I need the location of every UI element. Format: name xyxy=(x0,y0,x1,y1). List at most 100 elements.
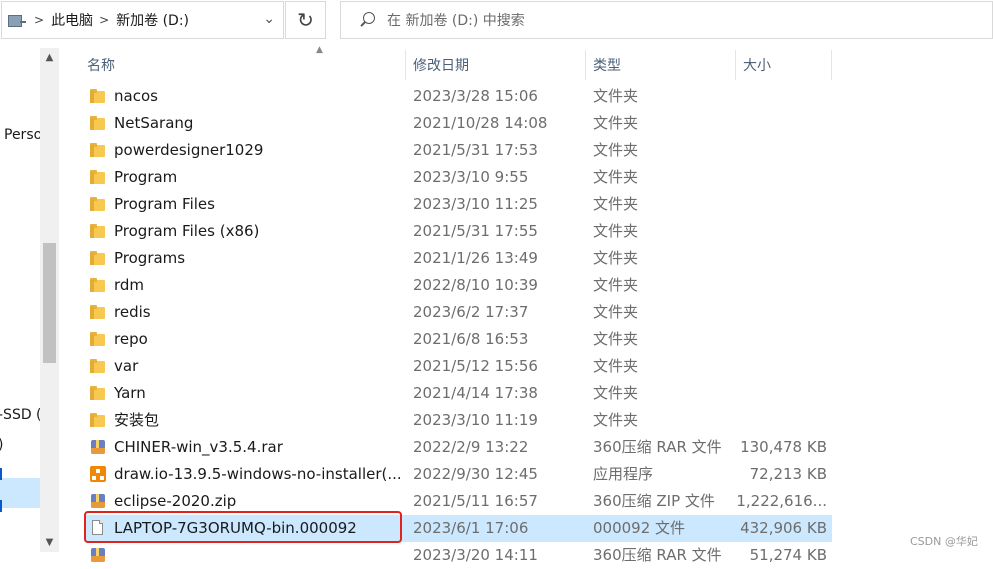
file-type: 文件夹 xyxy=(593,384,639,402)
archive-icon xyxy=(90,493,106,509)
file-name: rdm xyxy=(114,276,145,294)
file-type: 文件夹 xyxy=(593,168,639,186)
folder-icon xyxy=(90,304,106,320)
nav-item-ssd[interactable]: -SSD ( xyxy=(0,407,42,423)
file-size xyxy=(735,380,827,407)
scroll-down-icon[interactable]: ▼ xyxy=(40,537,59,548)
folder-icon xyxy=(90,142,106,158)
folder-icon xyxy=(90,169,106,185)
file-type: 文件夹 xyxy=(593,303,639,321)
chevron-down-icon[interactable]: ⌄ xyxy=(263,11,275,27)
file-type: 文件夹 xyxy=(593,330,639,348)
file-size xyxy=(735,164,827,191)
search-icon xyxy=(359,11,377,29)
address-bar-area: > 此电脑 > 新加卷 (D:) ⌄ ↻ 在 新加卷 (D:) 中搜索 xyxy=(0,0,993,44)
search-box[interactable]: 在 新加卷 (D:) 中搜索 xyxy=(340,1,993,39)
file-date: 2023/6/2 17:37 xyxy=(413,303,529,321)
file-date: 2023/3/10 9:55 xyxy=(413,168,529,186)
file-type: 360压缩 ZIP 文件 xyxy=(593,492,715,510)
file-row[interactable]: Program 2023/3/10 9:55 文件夹 xyxy=(84,164,832,191)
file-date: 2023/6/1 17:06 xyxy=(413,519,529,537)
file-type: 000092 文件 xyxy=(593,519,686,537)
file-date: 2022/9/30 12:45 xyxy=(413,465,538,483)
nav-item-personal[interactable]: Perso xyxy=(4,127,42,143)
file-row[interactable]: CHINER-win_v3.5.4.rar 2022/2/9 13:22 360压缩… xyxy=(84,434,832,461)
app-icon xyxy=(90,466,106,482)
file-type: 文件夹 xyxy=(593,222,639,240)
folder-icon xyxy=(90,358,106,374)
column-date[interactable]: 修改日期 xyxy=(406,50,586,80)
red-highlight-annotation xyxy=(84,511,402,543)
file-date: 2021/5/11 16:57 xyxy=(413,492,538,510)
file-date: 2021/5/12 15:56 xyxy=(413,357,538,375)
file-date: 2021/10/28 14:08 xyxy=(413,114,548,132)
breadcrumb-this-pc[interactable]: 此电脑 xyxy=(51,10,93,30)
file-row[interactable]: redis 2023/6/2 17:37 文件夹 xyxy=(84,299,832,326)
file-name: Program Files xyxy=(114,195,215,213)
file-row[interactable]: NetSarang 2021/10/28 14:08 文件夹 xyxy=(84,110,832,137)
file-row[interactable]: 安装包 2023/3/10 11:19 文件夹 xyxy=(84,407,832,434)
folder-icon xyxy=(90,196,106,212)
file-date: 2022/2/9 13:22 xyxy=(413,438,529,456)
file-row[interactable]: repo 2021/6/8 16:53 文件夹 xyxy=(84,326,832,353)
folder-icon xyxy=(90,277,106,293)
file-name: var xyxy=(114,357,139,375)
file-size: 1,222,616... xyxy=(736,492,827,510)
file-size xyxy=(735,191,827,218)
chevron-right-icon[interactable]: > xyxy=(34,13,44,27)
scrollbar-thumb[interactable] xyxy=(43,243,56,363)
refresh-button[interactable]: ↻ xyxy=(285,1,326,39)
file-row[interactable]: var 2021/5/12 15:56 文件夹 xyxy=(84,353,832,380)
column-type[interactable]: 类型 xyxy=(586,50,736,80)
file-row[interactable]: Program Files 2023/3/10 11:25 文件夹 xyxy=(84,191,832,218)
file-row[interactable]: draw.io-13.9.5-windows-no-installer(... 2… xyxy=(84,461,832,488)
column-name[interactable]: 名称 xyxy=(80,50,406,80)
file-type: 文件夹 xyxy=(593,411,639,429)
file-date: 2021/1/26 13:49 xyxy=(413,249,538,267)
nav-item-drive[interactable]: ) xyxy=(0,437,3,453)
file-type: 应用程序 xyxy=(593,465,654,483)
file-row[interactable]: rdm 2022/8/10 10:39 文件夹 xyxy=(84,272,832,299)
folder-icon xyxy=(90,223,106,239)
address-bar[interactable]: > 此电脑 > 新加卷 (D:) ⌄ xyxy=(1,1,284,39)
file-size: 432,906 KB xyxy=(740,519,827,537)
file-size xyxy=(735,326,827,353)
this-pc-icon xyxy=(6,9,28,31)
file-type: 文件夹 xyxy=(593,249,639,267)
file-size xyxy=(735,218,827,245)
file-name: Programs xyxy=(114,249,186,267)
file-row[interactable]: nacos 2023/3/28 15:06 文件夹 xyxy=(84,83,832,110)
scroll-up-icon[interactable]: ▲ xyxy=(40,52,59,63)
file-date: 2021/6/8 16:53 xyxy=(413,330,529,348)
file-size xyxy=(735,83,827,110)
nav-item-selected[interactable] xyxy=(0,478,40,508)
watermark: CSDN @华妃 xyxy=(910,535,978,548)
archive-icon xyxy=(90,439,106,455)
file-row[interactable]: Program Files (x86) 2021/5/31 17:55 文件夹 xyxy=(84,218,832,245)
file-type: 文件夹 xyxy=(593,357,639,375)
file-date: 2021/5/31 17:55 xyxy=(413,222,538,240)
file-type: 文件夹 xyxy=(593,114,639,132)
column-size[interactable]: 大小 xyxy=(736,50,832,80)
file-type: 文件夹 xyxy=(593,141,639,159)
search-placeholder: 在 新加卷 (D:) 中搜索 xyxy=(387,13,525,29)
file-name: Yarn xyxy=(114,384,146,402)
file-row[interactable]: Programs 2021/1/26 13:49 文件夹 xyxy=(84,245,832,272)
chevron-right-icon[interactable]: > xyxy=(99,13,109,27)
folder-icon xyxy=(90,412,106,428)
file-date: 2021/5/31 17:53 xyxy=(413,141,538,159)
file-size xyxy=(735,110,827,137)
file-date: 2022/8/10 10:39 xyxy=(413,276,538,294)
file-size xyxy=(735,245,827,272)
archive-icon xyxy=(90,547,106,563)
file-type: 360压缩 RAR 文件 xyxy=(593,438,722,456)
file-row[interactable]: Yarn 2021/4/14 17:38 文件夹 xyxy=(84,380,832,407)
file-date: 2021/4/14 17:38 xyxy=(413,384,538,402)
breadcrumb-drive-d[interactable]: 新加卷 (D:) xyxy=(116,10,189,30)
file-row[interactable]: powerdesigner1029 2021/5/31 17:53 文件夹 xyxy=(84,137,832,164)
folder-icon xyxy=(90,115,106,131)
file-name: Program xyxy=(114,168,178,186)
nav-scrollbar[interactable]: ▲ ▼ xyxy=(40,48,59,552)
file-size xyxy=(735,272,827,299)
file-type: 文件夹 xyxy=(593,276,639,294)
